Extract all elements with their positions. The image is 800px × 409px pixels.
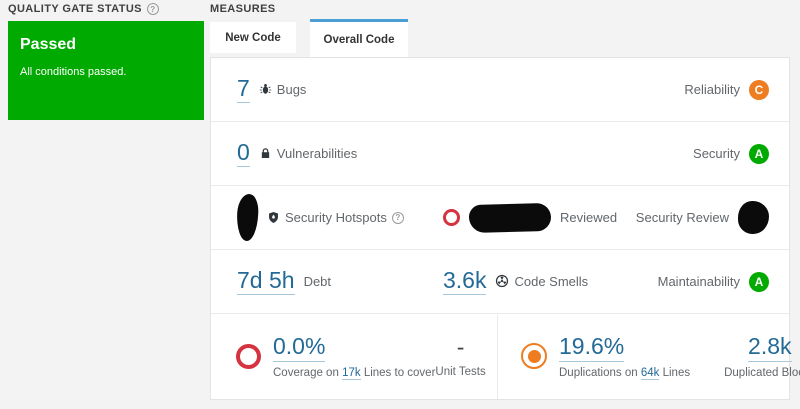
quality-gate-description: All conditions passed. xyxy=(20,66,127,78)
duplications-caption-suffix: Lines xyxy=(662,366,691,379)
security-rating-badge[interactable]: A xyxy=(749,143,769,164)
maintainability-domain: Maintainability A xyxy=(657,271,769,292)
tab-new-code-label: New Code xyxy=(225,31,281,44)
tab-overall-code-label: Overall Code xyxy=(323,33,395,46)
duplicated-lines-link[interactable]: 64k xyxy=(640,366,660,380)
coverage-caption-prefix: Coverage on xyxy=(273,366,339,379)
code-smells-count-link[interactable]: 3.6k xyxy=(443,267,487,296)
coverage-value-link[interactable]: 0.0% xyxy=(273,334,326,362)
redacted-security-review-rating xyxy=(738,201,769,234)
reliability-domain: Reliability C xyxy=(684,79,769,100)
duplicated-blocks-label: Duplicated Blocks xyxy=(724,366,800,379)
row-coverage-duplications: 0.0% Coverage on 17k Lines to cover - Un… xyxy=(211,314,800,399)
quality-gate-header-label: QUALITY GATE STATUS xyxy=(8,3,142,15)
row-security-review: Security Hotspots ? Reviewed Security Re… xyxy=(211,186,789,250)
quality-gate-card: Passed All conditions passed. xyxy=(8,21,204,120)
bugs-label: Bugs xyxy=(276,81,307,97)
vulnerabilities-metric: 0 Vulnerabilities xyxy=(237,139,357,168)
maintainability-rating-badge[interactable]: A xyxy=(749,271,769,292)
duplications-cell: 19.6% Duplications on 64k Lines 2.8k Dup… xyxy=(498,314,800,399)
measures-header-label: MEASURES xyxy=(210,3,276,15)
bug-icon xyxy=(259,83,272,96)
hotspots-reviewed-metric: Reviewed xyxy=(443,202,618,233)
bugs-count-link[interactable]: 7 xyxy=(237,75,250,104)
tab-overall-code[interactable]: Overall Code xyxy=(310,19,408,57)
code-smells-metric: 3.6k Code Smells xyxy=(443,267,588,296)
row-security: 0 Vulnerabilities Security A xyxy=(211,122,789,186)
measures-panel: 7 Bugs Reliability C 0 Vulnerabilities S… xyxy=(210,57,800,400)
hotspots-label: Security Hotspots xyxy=(285,210,387,225)
redacted-reviewed-value xyxy=(468,202,552,233)
bugs-metric: 7 Bugs xyxy=(237,75,307,104)
vulnerabilities-label: Vulnerabilities xyxy=(276,145,358,161)
row-reliability: 7 Bugs Reliability C xyxy=(211,58,789,122)
duplications-value-link[interactable]: 19.6% xyxy=(559,334,625,362)
bugs-label-group: Bugs xyxy=(259,81,307,97)
duplications-caption-prefix: Duplications on xyxy=(559,366,638,379)
duplications-metric: 19.6% Duplications on 64k Lines xyxy=(521,334,691,380)
unit-tests-block: - Unit Tests xyxy=(435,334,486,378)
debt-value-link[interactable]: 7d 5h xyxy=(237,267,295,296)
lines-to-cover-link[interactable]: 17k xyxy=(342,366,361,380)
redacted-hotspots-value xyxy=(235,193,260,242)
duplicated-blocks-value-link[interactable]: 2.8k xyxy=(748,334,792,362)
debt-metric: 7d 5h Debt xyxy=(237,267,443,296)
lock-icon xyxy=(259,147,272,160)
code-smells-label-group: Code Smells xyxy=(495,274,588,289)
hotspots-label-group: Security Hotspots ? xyxy=(267,210,404,225)
code-smells-label: Code Smells xyxy=(514,273,589,289)
reliability-domain-label: Reliability xyxy=(684,82,740,97)
reviewed-gauge-icon xyxy=(443,209,460,226)
hotspots-metric: Security Hotspots ? xyxy=(235,193,443,242)
coverage-cell: 0.0% Coverage on 17k Lines to cover - Un… xyxy=(211,314,498,399)
reliability-rating-badge[interactable]: C xyxy=(749,79,769,100)
measures-header: MEASURES xyxy=(210,3,276,15)
duplications-caption: Duplications on 64k Lines xyxy=(559,366,691,380)
unit-tests-label: Unit Tests xyxy=(435,365,486,378)
coverage-metric: 0.0% Coverage on 17k Lines to cover xyxy=(236,334,436,380)
vulnerabilities-label-group: Vulnerabilities xyxy=(259,146,357,161)
row-maintainability: 7d 5h Debt 3.6k Code Smells Maintainabil… xyxy=(211,250,789,314)
quality-gate-header: QUALITY GATE STATUS ? xyxy=(8,3,159,15)
debt-label: Debt xyxy=(303,273,332,289)
coverage-block: 0.0% Coverage on 17k Lines to cover xyxy=(273,334,436,380)
vulnerabilities-count-link[interactable]: 0 xyxy=(237,139,250,168)
security-domain: Security A xyxy=(693,143,769,164)
duplications-block: 19.6% Duplications on 64k Lines xyxy=(559,334,691,380)
shield-icon xyxy=(267,211,280,224)
coverage-gauge-icon xyxy=(236,343,261,369)
security-review-domain: Security Review xyxy=(636,201,769,234)
security-domain-label: Security xyxy=(693,146,740,161)
help-icon[interactable]: ? xyxy=(391,211,404,224)
duplicated-blocks-block: 2.8k Duplicated Blocks xyxy=(724,334,800,379)
unit-tests-value: - xyxy=(456,334,465,361)
coverage-caption-suffix: Lines to cover xyxy=(363,366,436,379)
duplications-gauge-icon xyxy=(521,343,547,370)
help-icon[interactable]: ? xyxy=(146,3,159,15)
quality-gate-status: Passed xyxy=(20,36,77,53)
security-review-domain-label: Security Review xyxy=(635,210,729,225)
tab-new-code[interactable]: New Code xyxy=(210,22,296,53)
reviewed-label: Reviewed xyxy=(560,210,618,225)
sonarqube-overview-screen: QUALITY GATE STATUS ? Passed All conditi… xyxy=(0,0,800,409)
maintainability-domain-label: Maintainability xyxy=(657,274,740,289)
code-smells-icon xyxy=(495,274,509,288)
coverage-caption: Coverage on 17k Lines to cover xyxy=(273,366,436,380)
